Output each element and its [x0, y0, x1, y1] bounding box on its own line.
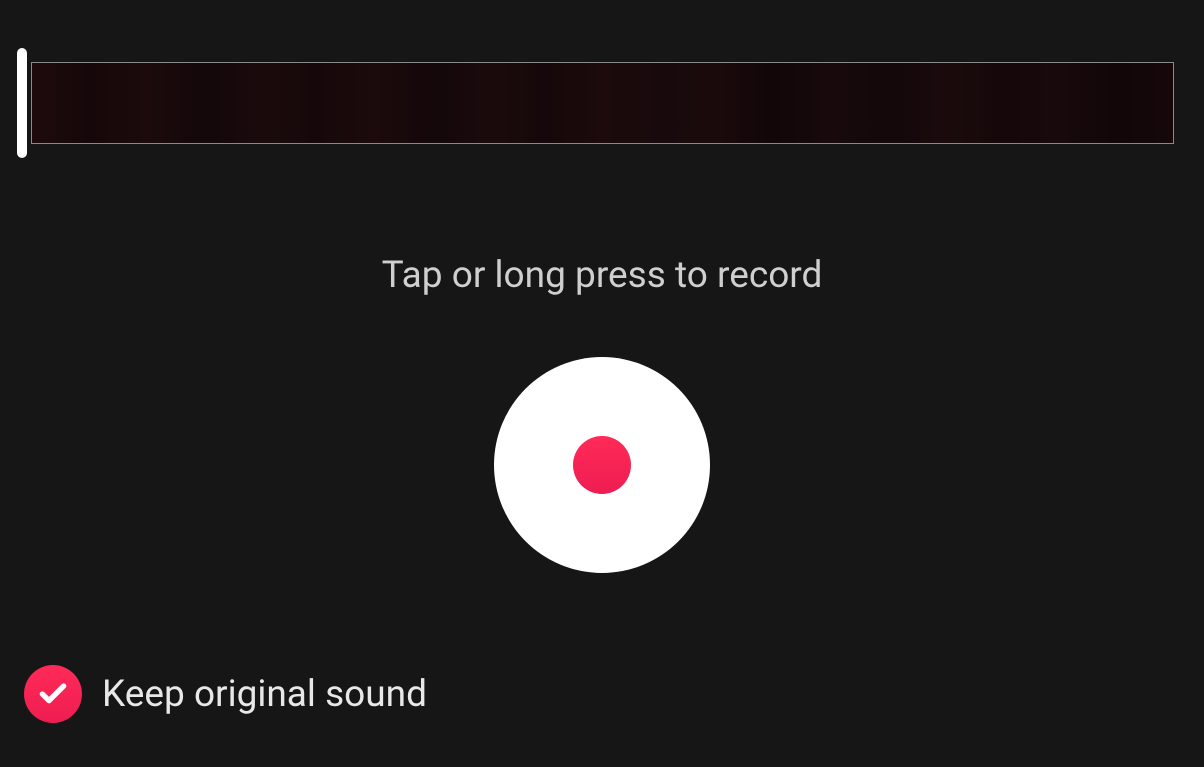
checkbox-checked-icon [24, 665, 82, 723]
keep-original-sound-toggle[interactable]: Keep original sound [24, 665, 427, 723]
keep-original-sound-label: Keep original sound [102, 673, 427, 716]
record-instruction-text: Tap or long press to record [0, 254, 1204, 297]
playhead-handle[interactable] [17, 48, 27, 158]
timeline-container [17, 48, 1174, 158]
timeline-track[interactable] [31, 62, 1174, 144]
record-icon [573, 436, 631, 494]
record-button[interactable] [494, 357, 710, 573]
